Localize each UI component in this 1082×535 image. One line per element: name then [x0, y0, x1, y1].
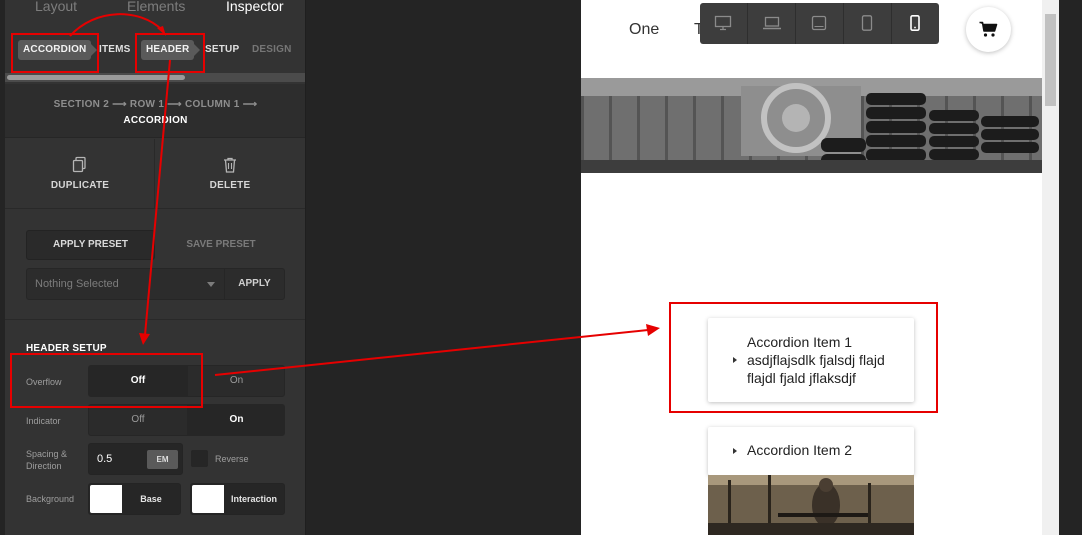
- save-preset-button[interactable]: SAVE PRESET: [157, 230, 285, 260]
- mobile-icon: [910, 15, 920, 31]
- gym-photo: [708, 475, 914, 535]
- app-root: Layout Elements Inspector ACCORDION ITEM…: [0, 0, 1082, 535]
- tabs-scrollbar-thumb[interactable]: [7, 75, 185, 80]
- header-setup-title: HEADER SETUP: [26, 343, 107, 354]
- desktop-icon: [714, 15, 732, 31]
- subtab-design[interactable]: DESIGN: [252, 40, 292, 60]
- spacing-input[interactable]: 0.5 EM: [88, 443, 183, 475]
- trash-icon: [224, 157, 236, 173]
- tab-layout[interactable]: Layout: [35, 0, 77, 14]
- shopping-cart-icon: [979, 21, 998, 37]
- page-scrollbar[interactable]: [1042, 0, 1059, 535]
- caret-down-icon: [207, 282, 215, 287]
- chevron-right-icon: [91, 44, 98, 56]
- cart-button[interactable]: [966, 7, 1011, 52]
- accordion-item-2-title: Accordion Item 2: [747, 442, 853, 458]
- hero-image: [581, 78, 1042, 173]
- delete-label: DELETE: [209, 180, 251, 191]
- base-color-swatch: [90, 485, 122, 513]
- overflow-on-option[interactable]: On: [187, 366, 284, 396]
- desktop-button[interactable]: [700, 3, 748, 44]
- indicator-toggle: Off On: [88, 404, 285, 436]
- sub-tabs: ACCORDION ITEMS HEADER SETUP DESIGN: [5, 40, 305, 64]
- overflow-toggle: Off On: [88, 365, 285, 397]
- preset-select[interactable]: Nothing Selected: [26, 268, 225, 300]
- delete-button[interactable]: DELETE: [155, 139, 305, 209]
- background-label: Background: [26, 494, 75, 504]
- accordion-item-1[interactable]: Accordion Item 1 asdjflajsdlk fjalsdj fl…: [708, 318, 914, 402]
- breadcrumb: SECTION 2 ⟶ ROW 1 ⟶ COLUMN 1 ⟶ ACCORDION: [5, 84, 305, 138]
- chevron-right-icon: [194, 44, 201, 56]
- apply-button[interactable]: APPLY: [224, 268, 285, 300]
- tablet-landscape-button[interactable]: [796, 3, 844, 44]
- subtab-header-label: HEADER: [146, 44, 190, 55]
- breadcrumb-path[interactable]: SECTION 2 ⟶ ROW 1 ⟶ COLUMN 1 ⟶: [5, 99, 305, 110]
- apply-preset-button[interactable]: APPLY PRESET: [26, 230, 155, 260]
- reverse-checkbox[interactable]: [191, 450, 208, 467]
- preset-area: APPLY PRESET SAVE PRESET Nothing Selecte…: [5, 210, 305, 320]
- page-preview: One T Accordion Item 1 asdjflajsdlk fjal…: [581, 0, 1042, 535]
- tire-shop-photo: [581, 78, 1042, 173]
- duplicate-icon: [72, 156, 86, 173]
- accordion-item-1-title: Accordion Item 1: [747, 334, 853, 350]
- spacing-unit-button[interactable]: EM: [147, 450, 178, 469]
- laptop-icon: [763, 16, 781, 30]
- spacing-label: Spacing & Direction: [26, 449, 68, 471]
- overflow-label: Overflow: [26, 377, 62, 387]
- tab-inspector[interactable]: Inspector: [226, 0, 284, 14]
- background-base-button[interactable]: Base: [88, 483, 181, 515]
- caret-right-icon: [733, 357, 737, 363]
- duplicate-button[interactable]: DUPLICATE: [5, 139, 155, 209]
- subtab-accordion[interactable]: ACCORDION: [18, 40, 98, 60]
- page-scrollbar-thumb[interactable]: [1045, 14, 1056, 106]
- overflow-off-option[interactable]: Off: [89, 366, 187, 396]
- top-tabs: Layout Elements Inspector: [5, 0, 305, 26]
- gym-image: [708, 475, 914, 535]
- interaction-color-swatch: [192, 485, 224, 513]
- reverse-label: Reverse: [215, 454, 249, 464]
- tab-elements[interactable]: Elements: [127, 0, 185, 14]
- accordion-item-1-body: asdjflajsdlk fjalsdj flajd flajdl fjald …: [747, 352, 885, 386]
- tabs-scrollbar[interactable]: [5, 73, 305, 82]
- interaction-label: Interaction: [230, 494, 277, 504]
- indicator-on-option[interactable]: On: [187, 405, 284, 435]
- preset-select-value: Nothing Selected: [35, 278, 119, 290]
- accordion-item-2[interactable]: Accordion Item 2: [708, 427, 914, 475]
- subtab-setup[interactable]: SETUP: [205, 40, 239, 60]
- mobile-button[interactable]: [892, 3, 940, 44]
- caret-right-icon: [733, 448, 737, 454]
- background-interaction-button[interactable]: Interaction: [190, 483, 285, 515]
- subtab-header[interactable]: HEADER: [141, 40, 201, 60]
- device-switcher: [700, 3, 939, 44]
- base-label: Base: [140, 494, 162, 504]
- tablet-landscape-icon: [811, 15, 827, 31]
- laptop-button[interactable]: [748, 3, 796, 44]
- indicator-off-option[interactable]: Off: [89, 405, 187, 435]
- nav-link-one[interactable]: One: [629, 21, 659, 39]
- spacing-value: 0.5: [97, 453, 113, 465]
- duplicate-label: DUPLICATE: [50, 180, 110, 191]
- subtab-items[interactable]: ITEMS: [99, 40, 131, 60]
- tablet-portrait-button[interactable]: [844, 3, 892, 44]
- subtab-accordion-label: ACCORDION: [23, 44, 87, 55]
- tablet-portrait-icon: [861, 15, 873, 31]
- breadcrumb-current: ACCORDION: [123, 115, 188, 126]
- indicator-label: Indicator: [26, 416, 61, 426]
- inspector-panel: Layout Elements Inspector ACCORDION ITEM…: [5, 0, 306, 535]
- element-actions: DUPLICATE DELETE: [5, 139, 305, 209]
